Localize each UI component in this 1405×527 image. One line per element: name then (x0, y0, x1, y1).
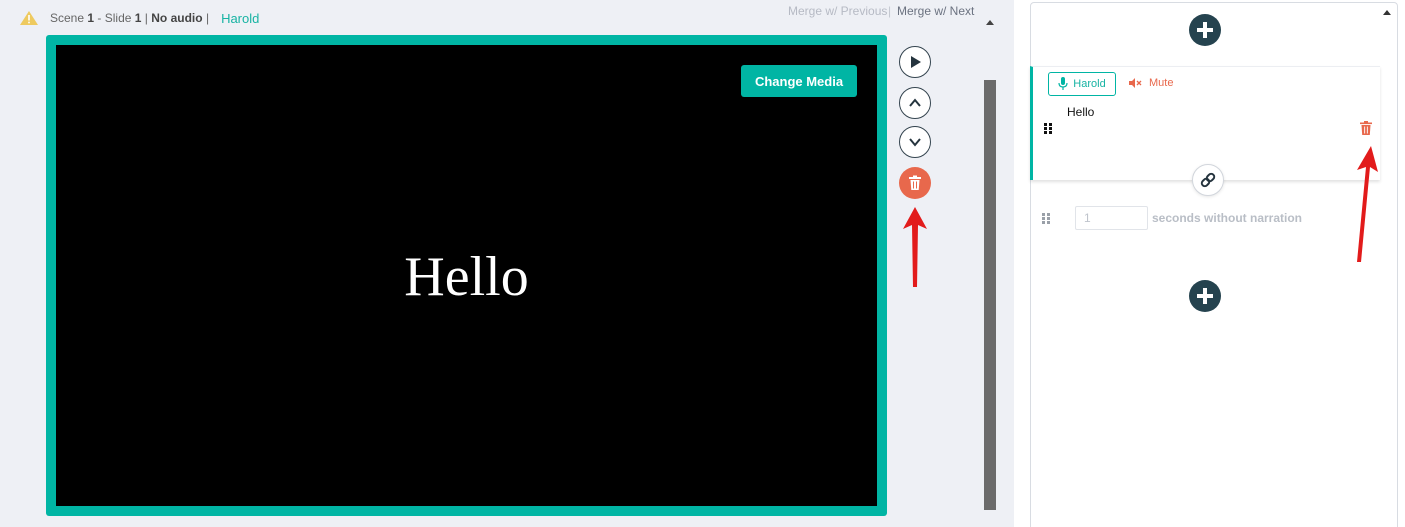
slide-frame: Change Media Hello (46, 35, 887, 516)
audio-status: No audio (151, 11, 203, 25)
warning-icon (20, 11, 38, 25)
scene-label: Scene (50, 11, 85, 25)
slide-preview[interactable]: Change Media Hello (56, 45, 877, 506)
narration-text[interactable]: Hello (1067, 105, 1094, 119)
merge-previous-link[interactable]: Merge w/ Previous (788, 4, 887, 18)
chevron-down-icon (909, 138, 921, 147)
mute-button[interactable]: Mute (1129, 77, 1173, 89)
delete-narration-icon[interactable] (1360, 121, 1372, 135)
trash-icon (909, 175, 921, 190)
plus-icon (1197, 288, 1213, 304)
delete-slide-button[interactable] (899, 167, 931, 199)
slide-text: Hello (404, 246, 529, 308)
scene-number: 1 (87, 11, 95, 25)
add-narration-bottom-button[interactable] (1189, 280, 1221, 312)
play-icon (911, 56, 921, 68)
microphone-icon (1058, 77, 1068, 90)
narration-card[interactable]: Harold Mute Hello (1030, 66, 1380, 180)
plus-icon (1197, 22, 1213, 38)
chevron-up-icon (909, 98, 921, 107)
change-media-button[interactable]: Change Media (741, 65, 857, 97)
volume-mute-icon (1129, 78, 1142, 88)
pause-drag-handle-icon[interactable] (1042, 212, 1050, 224)
play-button[interactable] (899, 46, 931, 78)
merge-next-link[interactable]: Merge w/ Next (897, 4, 974, 18)
merge-divider: | (888, 4, 892, 18)
slide-header: Scene 1 - Slide 1 | No audio | Harold (20, 8, 259, 28)
voice-select-label: Harold (1073, 78, 1106, 90)
scroll-up-icon[interactable] (986, 18, 994, 26)
pause-seconds-input[interactable] (1075, 206, 1148, 230)
add-narration-top-button[interactable] (1189, 14, 1221, 46)
voice-select-button[interactable]: Harold (1048, 72, 1116, 96)
header-separator: | (144, 11, 148, 25)
header-separator-2: | (205, 11, 210, 25)
slide-number: 1 (134, 11, 142, 25)
panel-scroll-up-icon[interactable] (1383, 8, 1391, 16)
annotation-arrow-right (1357, 146, 1378, 262)
move-up-button[interactable] (899, 87, 931, 119)
mute-label: Mute (1149, 77, 1174, 89)
pause-label: seconds without narration (1152, 211, 1303, 225)
slide-editor: Scene 1 - Slide 1 | No audio | Harold Me… (0, 0, 1014, 527)
drag-handle-icon[interactable] (1044, 123, 1052, 134)
slide-label: - Slide (97, 11, 132, 25)
voice-link[interactable]: Harold (221, 11, 259, 26)
annotation-arrow-left (903, 207, 927, 287)
link-narration-button[interactable] (1192, 164, 1224, 196)
move-down-button[interactable] (899, 126, 931, 158)
link-icon (1200, 172, 1216, 188)
scrollbar-thumb[interactable] (984, 80, 996, 510)
pause-row: seconds without narration (1042, 206, 1302, 230)
